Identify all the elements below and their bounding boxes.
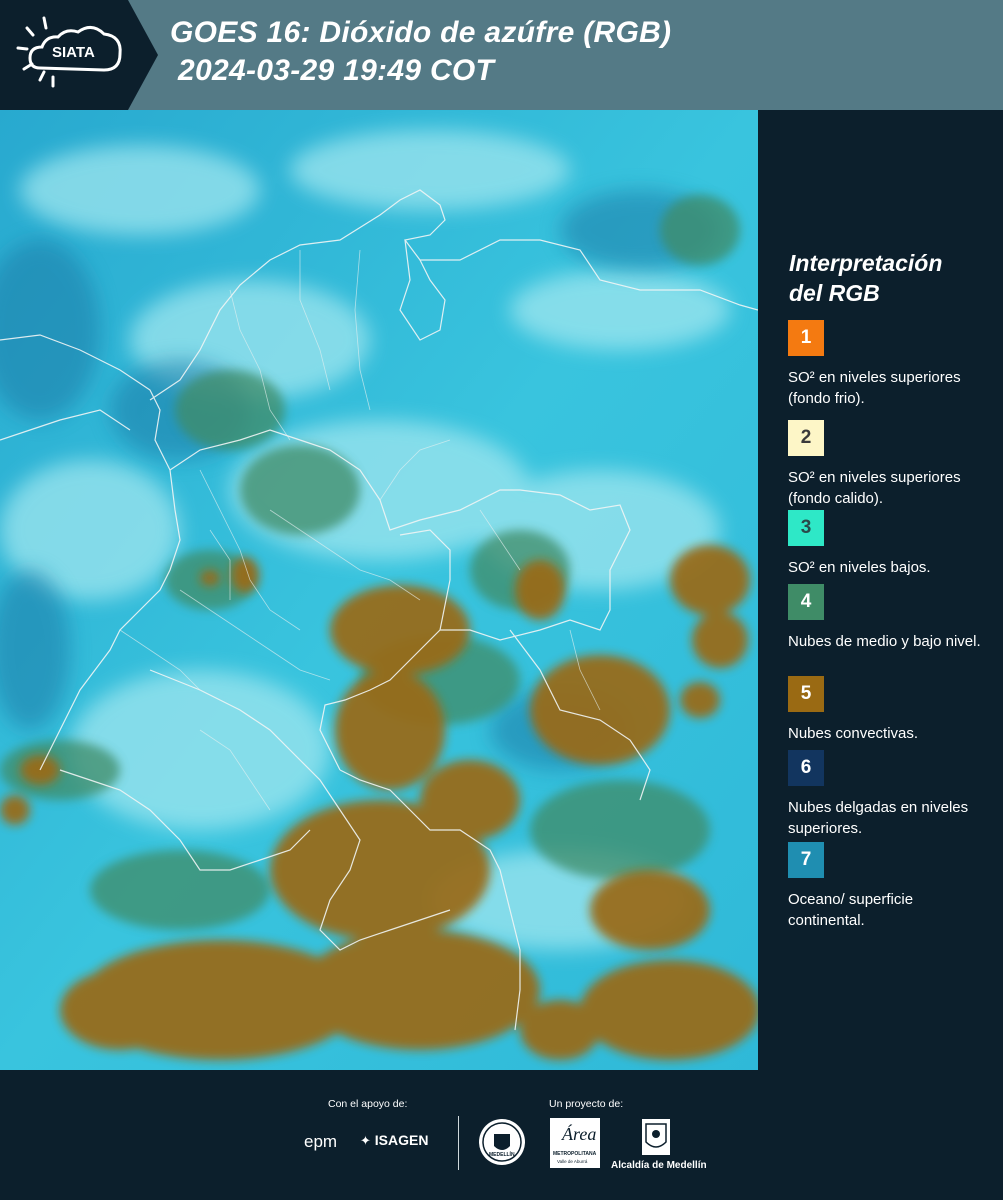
- legend-item-1: 1 SO² en niveles superiores (fondo frio)…: [788, 320, 993, 409]
- legend-item-4: 4 Nubes de medio y bajo nivel.: [788, 584, 993, 652]
- title-product: GOES 16: Dióxido de azúfre (RGB): [170, 16, 672, 49]
- epm-logo-text: epm: [304, 1132, 338, 1151]
- project-label: Un proyecto de:: [549, 1098, 624, 1110]
- legend-title: Interpretación del RGB: [789, 248, 989, 308]
- support-label: Con el apoyo de:: [328, 1098, 408, 1110]
- legend-label-4: Nubes de medio y bajo nivel.: [788, 633, 981, 650]
- legend-number-1: 1: [800, 327, 812, 348]
- isagen-logo: ✦ ISAGEN: [360, 1132, 428, 1149]
- legend-swatch-7: 7: [788, 842, 824, 878]
- legend-number-7: 7: [800, 849, 812, 870]
- page-title: GOES 16: Dióxido de azúfre (RGB) 2024-03…: [170, 14, 671, 90]
- title-timestamp: 2024-03-29 19:49 COT: [178, 54, 495, 87]
- legend-item-6: 6 Nubes delgadas en niveles superiores.: [788, 750, 993, 839]
- legend-item-3: 3 SO² en niveles bajos.: [788, 510, 993, 578]
- legend-swatch-1: 1: [788, 320, 824, 356]
- legend-label-7: Oceano/ superficie continental.: [788, 891, 914, 929]
- legend-label-2: SO² en niveles superiores (fondo calido)…: [788, 469, 961, 507]
- area-logo-subtext2: Valle de Aburrá: [557, 1159, 588, 1164]
- legend-label-3: SO² en niveles bajos.: [788, 559, 931, 576]
- legend-swatch-5: 5: [788, 676, 824, 712]
- header-bar: SIATA GOES 16: Dióxido de azúfre (RGB) 2…: [0, 0, 1003, 110]
- legend-swatch-2: 2: [788, 420, 824, 456]
- legend-number-4: 4: [800, 591, 812, 612]
- siata-logo: SIATA: [0, 0, 160, 110]
- legend-number-3: 3: [800, 517, 812, 538]
- legend-swatch-6: 6: [788, 750, 824, 786]
- alcaldia-shield-icon: [641, 1118, 671, 1158]
- area-logo-subtext: METROPOLITANA: [553, 1151, 597, 1157]
- siata-logo-text: SIATA: [52, 44, 95, 61]
- area-metropolitana-logo: Área METROPOLITANA Valle de Aburrá: [550, 1118, 600, 1168]
- medellin-seal-icon: MEDELLÍN: [478, 1118, 526, 1166]
- legend-number-5: 5: [800, 683, 812, 704]
- legend-swatch-4: 4: [788, 584, 824, 620]
- legend-number-6: 6: [800, 757, 812, 778]
- alcaldia-label: Alcaldía de Medellín: [611, 1160, 707, 1171]
- legend-label-6: Nubes delgadas en niveles superiores.: [788, 799, 969, 837]
- legend-label-5: Nubes convectivas.: [788, 725, 919, 742]
- legend-label-1: SO² en niveles superiores (fondo frio).: [788, 369, 961, 407]
- footer-divider: [458, 1116, 459, 1170]
- legend-panel: Interpretación del RGB 1 SO² en niveles …: [758, 110, 1003, 1070]
- medellin-seal-text: MEDELLÍN: [489, 1152, 515, 1158]
- legend-number-2: 2: [800, 427, 812, 448]
- legend-item-2: 2 SO² en niveles superiores (fondo calid…: [788, 420, 993, 509]
- legend-item-5: 5 Nubes convectivas.: [788, 676, 993, 744]
- isagen-icon: ✦: [360, 1133, 371, 1148]
- isagen-logo-text: ISAGEN: [374, 1132, 429, 1148]
- legend-item-7: 7 Oceano/ superficie continental.: [788, 842, 993, 931]
- footer-bar: Con el apoyo de: Un proyecto de: epm ✦ I…: [0, 1070, 1003, 1200]
- epm-logo: epm: [304, 1132, 337, 1152]
- area-logo-text: Área: [562, 1124, 597, 1144]
- legend-title-line1: Interpretación: [789, 250, 943, 276]
- legend-swatch-3: 3: [788, 510, 824, 546]
- legend-title-line2: del RGB: [789, 280, 880, 306]
- satellite-map: [0, 110, 758, 1070]
